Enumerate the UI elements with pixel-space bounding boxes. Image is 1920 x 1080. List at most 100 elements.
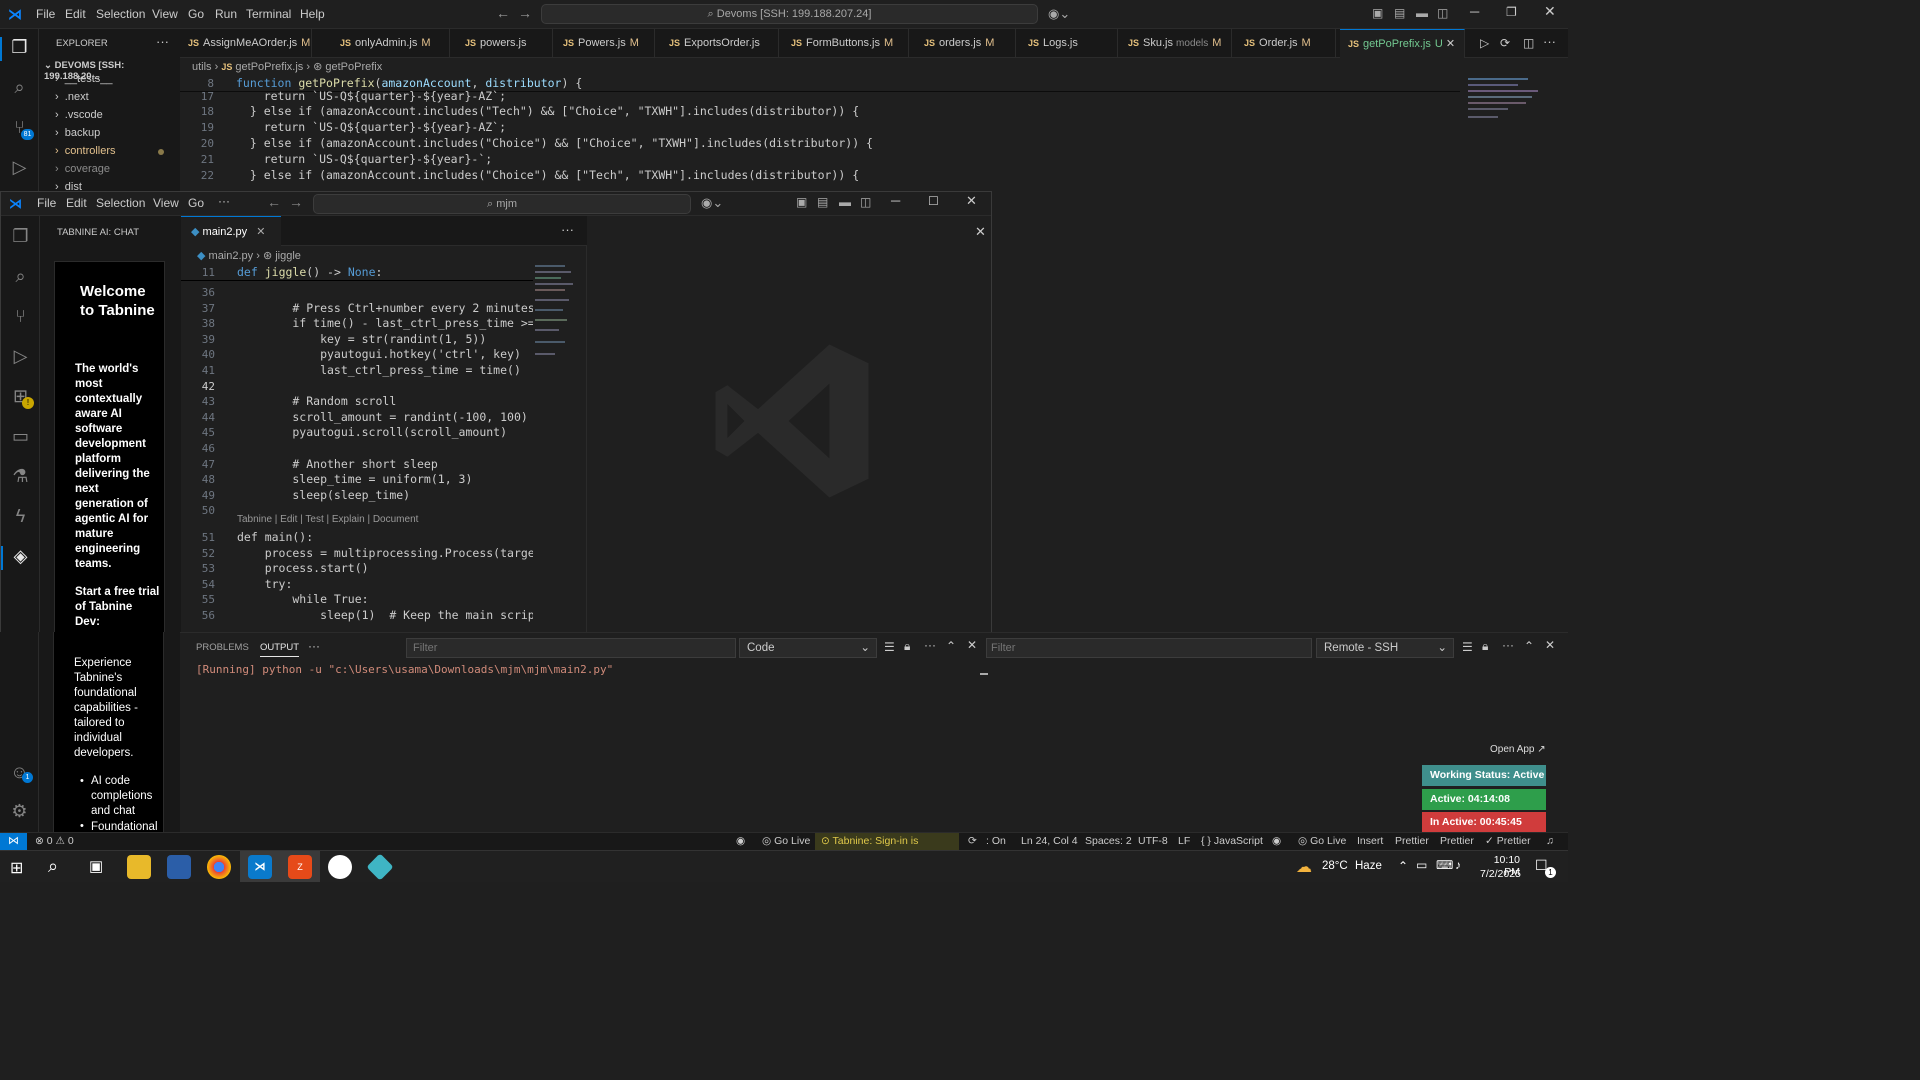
tab-powers[interactable]: JS Powers.js M xyxy=(555,29,655,58)
menu-more[interactable]: ··· xyxy=(218,194,230,208)
toggle-secondary-sidebar-icon[interactable]: ◫ xyxy=(1437,6,1448,20)
minimize-icon[interactable]: ─ xyxy=(891,193,900,208)
close-tab-icon[interactable]: ✕ xyxy=(256,226,265,238)
back-arrow-icon[interactable]: ← xyxy=(267,194,281,210)
toggle-secondary-sidebar-icon[interactable]: ◫ xyxy=(860,195,871,209)
problems-status[interactable]: ⊗ 0 ⚠ 0 xyxy=(35,835,74,847)
menu-edit[interactable]: Edit xyxy=(65,7,86,21)
code-editor[interactable]: 11 def jiggle() -> None: 36 37 # Press Ct… xyxy=(181,265,533,632)
menu-go[interactable]: Go xyxy=(188,7,204,21)
maximize-panel-icon[interactable]: ⌃ xyxy=(946,639,956,653)
forward-arrow-icon[interactable]: → xyxy=(289,194,303,210)
tree-item[interactable]: › .next xyxy=(55,91,89,103)
close-icon[interactable]: ✕ xyxy=(966,193,977,209)
battery-icon[interactable]: ▭ xyxy=(1416,858,1427,872)
menu-file[interactable]: File xyxy=(37,196,56,210)
source-control-icon[interactable]: ⑂ xyxy=(10,306,31,327)
toggle-panel-icon[interactable]: ▬ xyxy=(1416,6,1428,20)
more-actions-icon[interactable]: ··· xyxy=(924,638,936,652)
task-view-icon[interactable]: ▣ xyxy=(89,857,103,875)
explorer-icon[interactable]: ❐ xyxy=(10,226,31,247)
restore-icon[interactable]: ❐ xyxy=(1506,5,1517,19)
remote-indicator-icon[interactable]: ⋈ xyxy=(0,833,27,850)
tree-item[interactable]: › backup xyxy=(55,127,100,139)
search-icon[interactable]: ⌕ xyxy=(48,856,58,877)
prettier-status[interactable]: Prettier xyxy=(1440,835,1474,847)
menu-run[interactable]: Run xyxy=(215,7,237,21)
run-debug-icon[interactable]: ▷ xyxy=(10,346,31,367)
menu-help[interactable]: Help xyxy=(300,7,325,21)
thunder-client-icon[interactable]: ϟ xyxy=(10,506,31,527)
circle-app-icon[interactable] xyxy=(328,855,352,879)
bell-icon[interactable]: ♫ xyxy=(1546,835,1554,847)
search-icon[interactable]: ⌕ xyxy=(10,266,31,287)
language-mode[interactable]: { } JavaScript xyxy=(1201,835,1263,847)
remote-explorer-icon[interactable]: ▭ xyxy=(10,426,31,447)
tree-item[interactable]: › controllers xyxy=(55,145,116,157)
output-filter-input-right[interactable] xyxy=(986,638,1312,658)
layout-customize-icon[interactable]: ▣ xyxy=(796,195,807,209)
toggle-sidebar-icon[interactable]: ▤ xyxy=(1394,6,1405,20)
clear-output-icon[interactable]: ☰ xyxy=(1462,640,1473,654)
forward-arrow-icon[interactable]: → xyxy=(518,5,532,21)
weather-temp[interactable]: 28°C xyxy=(1322,860,1348,872)
prettier-status[interactable]: Prettier xyxy=(1395,835,1429,847)
testing-icon[interactable]: ⚗ xyxy=(10,466,31,487)
store-icon[interactable] xyxy=(167,855,191,879)
panel-more-icon[interactable]: ··· xyxy=(308,639,320,653)
code-editor[interactable]: 8 function getPoPrefix(amazonAccount, di… xyxy=(180,76,1560,191)
diamond-app-icon[interactable] xyxy=(366,853,394,881)
menu-terminal[interactable]: Terminal xyxy=(246,7,291,21)
menu-file[interactable]: File xyxy=(36,7,55,21)
go-live-button[interactable]: ◎ Go Live xyxy=(762,835,810,847)
insert-mode[interactable]: Insert xyxy=(1357,835,1383,847)
search-icon[interactable]: ⌕ xyxy=(9,77,30,98)
open-app-link[interactable]: Open App ↗ xyxy=(1490,744,1546,755)
copilot-icon[interactable]: ◉⌄ xyxy=(1048,6,1070,22)
more-actions-icon[interactable]: ··· xyxy=(1502,638,1514,652)
tab-problems[interactable]: PROBLEMS xyxy=(196,642,249,653)
more-actions-icon[interactable]: ··· xyxy=(156,34,169,49)
tab-assignmeaorder[interactable]: JS AssignMeAOrder.js M xyxy=(180,29,312,58)
chevron-up-icon[interactable]: ⌃ xyxy=(1398,859,1408,873)
windows-start-icon[interactable]: ⊞ xyxy=(10,858,23,878)
command-center[interactable]: ⌕ Devoms [SSH: 199.188.207.24] xyxy=(541,4,1038,24)
tabnine-status[interactable]: ⊙ Tabnine: Sign-in is required xyxy=(815,833,959,864)
output-channel-select[interactable]: Code ⌄ xyxy=(739,638,877,658)
minimize-icon[interactable]: ─ xyxy=(1470,4,1479,19)
output-channel-select-right[interactable]: Remote - SSH ⌄ xyxy=(1316,638,1454,658)
encoding[interactable]: UTF-8 xyxy=(1138,835,1168,847)
copilot-icon[interactable]: ◉⌄ xyxy=(701,195,723,211)
menu-edit[interactable]: Edit xyxy=(66,196,87,210)
tab-formbuttons[interactable]: JS FormButtons.js M xyxy=(783,29,909,58)
layout-customize-icon[interactable]: ▣ xyxy=(1372,6,1383,20)
minimap[interactable] xyxy=(1464,76,1544,126)
tab-onlyadmin[interactable]: JS onlyAdmin.js M xyxy=(332,29,450,58)
editor-more-icon[interactable]: ··· xyxy=(561,222,574,237)
go-live-button[interactable]: ◎ Go Live xyxy=(1298,835,1346,847)
maximize-panel-icon[interactable]: ⌃ xyxy=(1524,639,1534,653)
tab-logs[interactable]: JS Logs.js xyxy=(1020,29,1118,58)
tab-sku[interactable]: JS Sku.js models M xyxy=(1120,29,1232,58)
toggle-panel-icon[interactable]: ▬ xyxy=(839,195,851,209)
menu-view[interactable]: View xyxy=(152,7,178,21)
tab-exportsorder[interactable]: JS ExportsOrder.js xyxy=(661,29,779,58)
menu-selection[interactable]: Selection xyxy=(96,7,145,21)
prettier-status[interactable]: ✓ Prettier xyxy=(1485,835,1531,847)
tabnine-codelens[interactable]: Tabnine | Edit | Test | Explain | Docume… xyxy=(237,514,418,525)
explorer-icon[interactable]: ❐ xyxy=(9,37,30,58)
close-panel-icon[interactable]: ✕ xyxy=(1545,638,1555,652)
cursor-position[interactable]: Ln 24, Col 4 xyxy=(1021,835,1078,847)
split-editor-icon[interactable]: ◫ xyxy=(1523,36,1534,50)
network-icon[interactable]: ⌨ xyxy=(1436,858,1453,872)
copilot-status-icon[interactable]: ◉ xyxy=(736,835,745,847)
file-explorer-icon[interactable] xyxy=(127,855,151,879)
tab-getpoprefix[interactable]: JS getPoPrefix.js U ✕ xyxy=(1340,29,1465,58)
zoom-icon[interactable]: Z xyxy=(288,855,312,879)
output-filter-input[interactable] xyxy=(406,638,736,658)
tab-order[interactable]: JS Order.js M xyxy=(1236,29,1336,58)
run-file-icon[interactable]: ▷ xyxy=(1480,36,1489,50)
tab-main2[interactable]: ◆ main2.py ✕ xyxy=(181,216,281,246)
settings-gear-icon[interactable]: ⚙ xyxy=(9,801,30,822)
lock-scroll-icon[interactable]: 🔒︎ xyxy=(1482,639,1488,654)
